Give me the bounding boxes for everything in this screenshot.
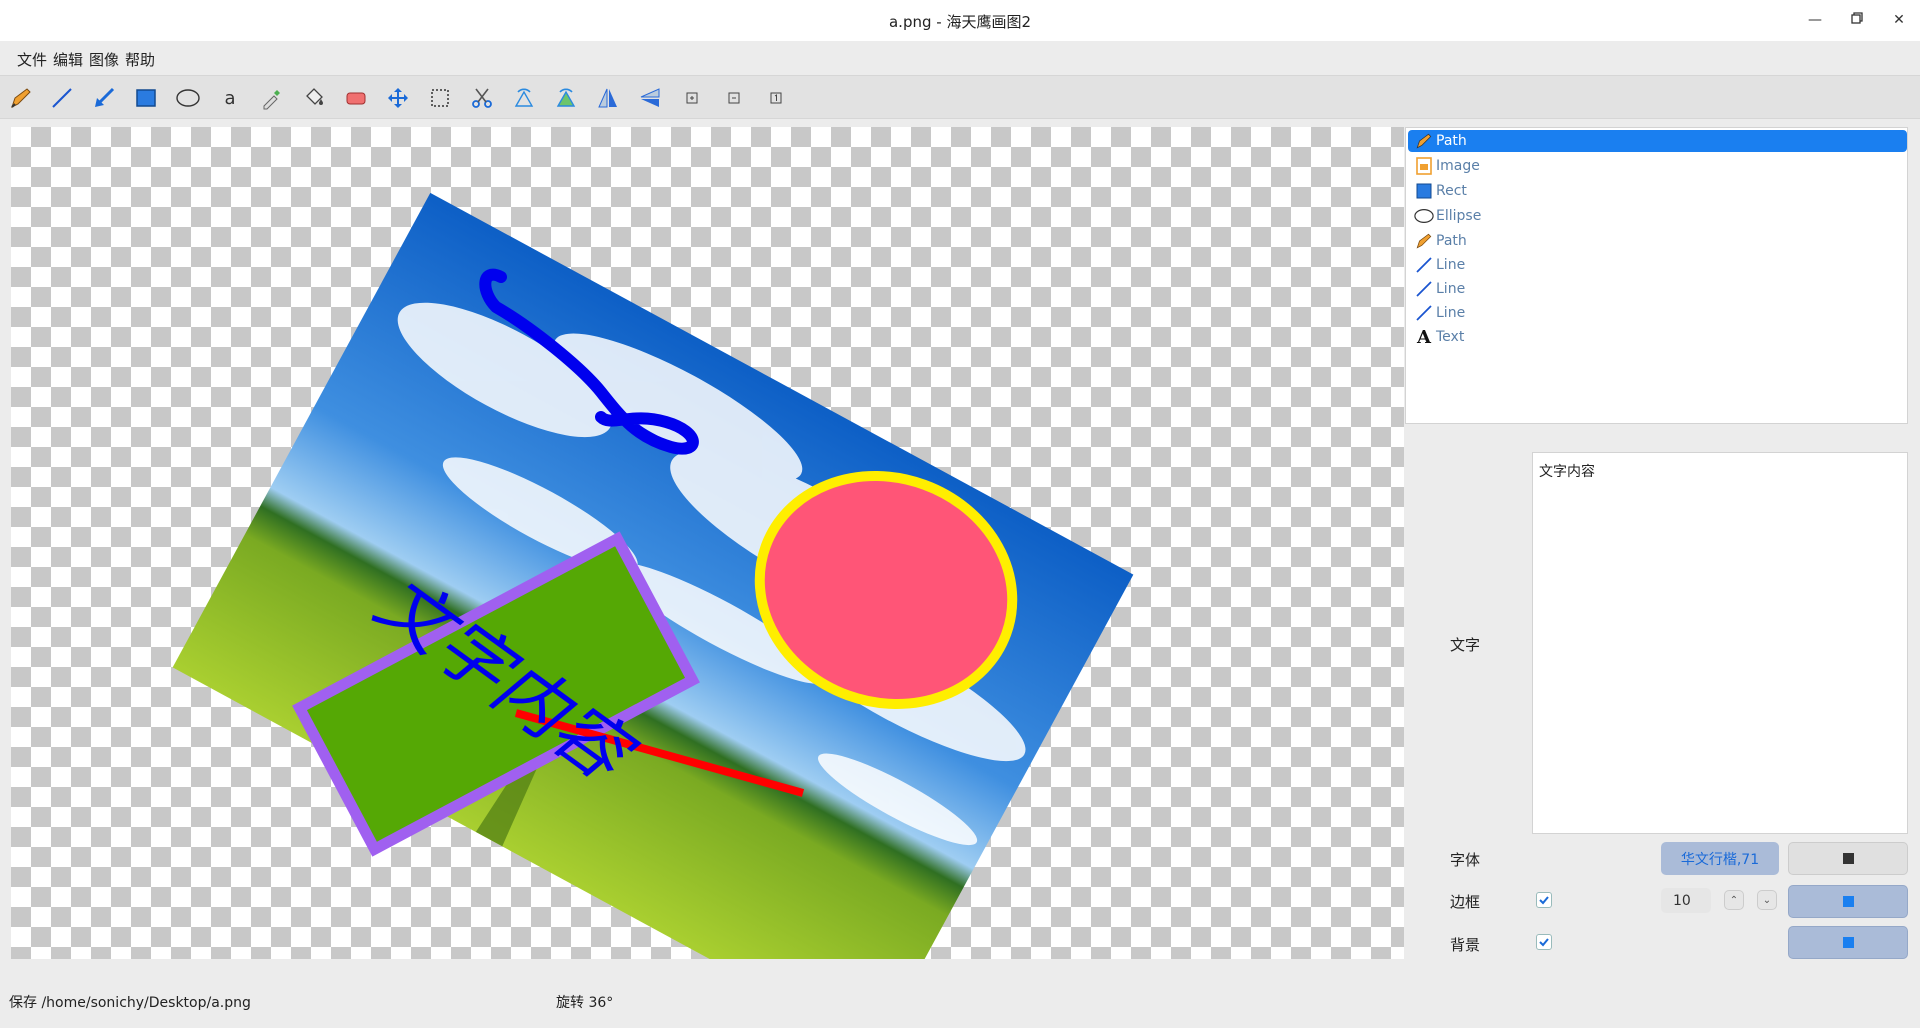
toolbar: a (0, 75, 1920, 119)
rect-icon (1414, 181, 1434, 201)
restore-icon[interactable] (1845, 8, 1869, 32)
font-property-label: 字体 (1450, 851, 1481, 869)
arrow-icon[interactable] (90, 84, 118, 112)
border-width-spinbox[interactable]: 10 (1661, 888, 1711, 913)
select-rect-icon[interactable] (426, 84, 454, 112)
image-icon (1414, 156, 1434, 176)
ellipse-icon (1414, 206, 1434, 226)
actual-size-icon[interactable] (762, 84, 790, 112)
menu-help[interactable]: 帮助 (125, 49, 155, 70)
minimize-icon[interactable]: — (1803, 8, 1827, 32)
text-icon: A (1417, 326, 1431, 348)
canvas-drawing: 文字内容 (172, 192, 1134, 959)
layer-item[interactable]: Rect (1408, 180, 1907, 202)
background-property-label: 背景 (1450, 936, 1481, 954)
menu-edit[interactable]: 编辑 (53, 49, 83, 70)
line-icon[interactable] (48, 84, 76, 112)
menu-image[interactable]: 图像 (89, 49, 119, 70)
text-tool-glyph: a (224, 87, 236, 109)
layer-item[interactable]: Image (1408, 155, 1907, 177)
zoom-in-icon[interactable] (678, 84, 706, 112)
close-icon[interactable]: ✕ (1887, 8, 1911, 32)
layer-item[interactable]: Line (1408, 302, 1907, 324)
fill-bucket-icon[interactable] (300, 84, 328, 112)
rotate-left-icon[interactable] (510, 84, 538, 112)
layer-item[interactable]: Ellipse (1408, 205, 1907, 227)
line-icon (1414, 279, 1434, 299)
color-picker-icon[interactable] (258, 84, 286, 112)
layer-label: Line (1436, 281, 1466, 297)
eraser-icon[interactable] (342, 84, 370, 112)
text-icon[interactable]: a (216, 84, 244, 112)
layer-item[interactable]: A Text (1408, 326, 1907, 348)
menu-bar: 文件 编辑 图像 帮助 (0, 41, 1920, 75)
layer-label: Path (1436, 233, 1467, 249)
window-title: a.png - 海天鹰画图2 (888, 13, 1031, 31)
move-icon[interactable] (384, 84, 412, 112)
color-swatch (1842, 896, 1854, 907)
border-checkbox[interactable] (1536, 892, 1552, 908)
color-swatch (1842, 853, 1854, 864)
pencil-icon (1414, 131, 1434, 151)
layer-item[interactable]: Path (1408, 130, 1907, 152)
line-icon (1414, 303, 1434, 323)
pencil-icon[interactable] (7, 84, 35, 112)
rect-icon[interactable] (132, 84, 160, 112)
status-save-path: 保存 /home/sonichy/Desktop/a.png (9, 995, 251, 1011)
color-swatch (1842, 937, 1854, 948)
ellipse-icon[interactable] (174, 84, 202, 112)
zoom-out-icon[interactable] (720, 84, 748, 112)
rotate-right-icon[interactable] (552, 84, 580, 112)
pencil-icon (1414, 231, 1434, 251)
layer-label: Ellipse (1436, 208, 1482, 224)
layer-label: Path (1436, 133, 1467, 149)
layer-label: Rect (1436, 183, 1467, 199)
spin-up-icon[interactable]: ⌃ (1724, 890, 1744, 910)
status-rotation: 旋转 36° (556, 995, 614, 1011)
cut-icon[interactable] (468, 84, 496, 112)
flip-horizontal-icon[interactable] (594, 84, 622, 112)
layer-list: Path Image Rect Ellipse Path Line Line L… (1405, 127, 1908, 424)
layer-label: Line (1436, 257, 1466, 273)
background-checkbox[interactable] (1536, 934, 1552, 950)
line-icon (1414, 255, 1434, 275)
layer-label: Line (1436, 305, 1466, 321)
layer-item[interactable]: Line (1408, 254, 1907, 276)
layer-item[interactable]: Line (1408, 278, 1907, 300)
status-bar: 保存 /home/sonichy/Desktop/a.png 旋转 36° (0, 985, 1920, 1028)
background-color-button[interactable] (1788, 926, 1908, 959)
menu-file[interactable]: 文件 (17, 49, 47, 70)
title-bar: a.png - 海天鹰画图2 — ✕ (0, 0, 1920, 41)
border-color-button[interactable] (1788, 885, 1908, 918)
spin-down-icon[interactable]: ⌄ (1757, 890, 1777, 910)
layer-label: Image (1436, 158, 1480, 174)
drawing-canvas[interactable]: 文字内容 (11, 127, 1404, 959)
layer-label: Text (1436, 329, 1465, 345)
text-content-field[interactable]: 文字内容 (1532, 452, 1908, 834)
flip-vertical-icon[interactable] (636, 84, 664, 112)
font-button[interactable]: 华文行楷,71 (1661, 842, 1779, 875)
border-property-label: 边框 (1450, 893, 1481, 911)
layer-item[interactable]: Path (1408, 230, 1907, 252)
text-property-label: 文字 (1450, 636, 1481, 654)
font-color-button[interactable] (1788, 842, 1908, 875)
